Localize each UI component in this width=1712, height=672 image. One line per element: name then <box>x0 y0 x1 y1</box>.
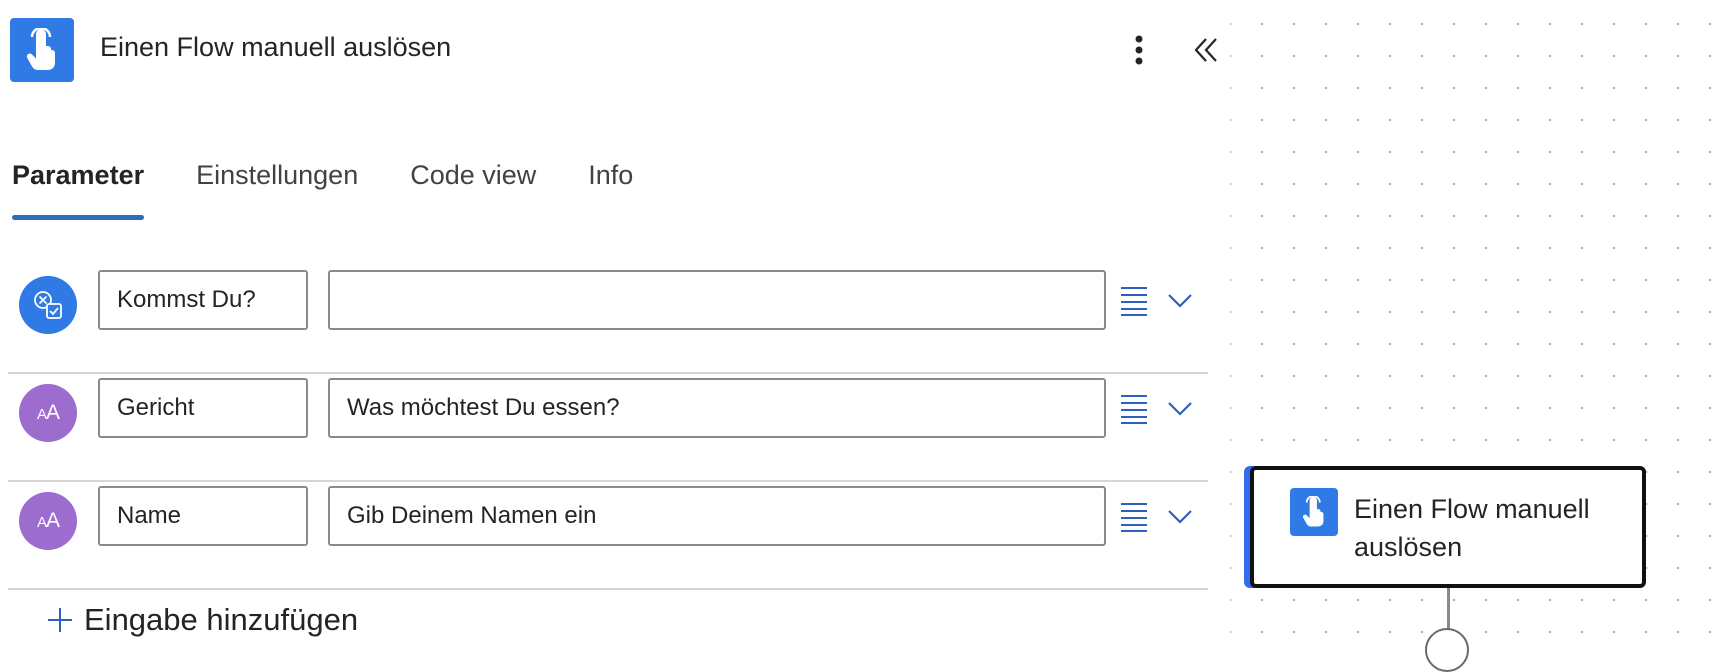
trigger-inputs-list: Kommst Du? AA Gericht Was möchtest Du es… <box>8 266 1208 590</box>
input-description-field[interactable] <box>328 270 1106 330</box>
tab-bar: Parameter Einstellungen Code view Info <box>12 160 685 220</box>
chevron-down-icon[interactable] <box>1166 504 1194 528</box>
add-input-label: Eingabe hinzufügen <box>84 602 359 637</box>
input-name-field[interactable]: Kommst Du? <box>98 270 308 330</box>
hand-touch-icon <box>10 18 74 82</box>
trigger-node-card[interactable]: Einen Flow manuell auslösen <box>1250 466 1646 588</box>
input-name-field[interactable]: Gericht <box>98 378 308 438</box>
hand-touch-icon <box>1290 488 1338 536</box>
yes-no-icon <box>19 276 77 334</box>
tab-info[interactable]: Info <box>588 160 633 220</box>
input-row: Kommst Du? <box>8 266 1208 374</box>
more-vertical-icon <box>1135 35 1143 65</box>
input-name-field[interactable]: Name <box>98 486 308 546</box>
text-align-icon[interactable] <box>1119 284 1149 316</box>
input-description-field[interactable]: Was möchtest Du essen? <box>328 378 1106 438</box>
more-options-button[interactable] <box>1124 30 1154 70</box>
node-title: Einen Flow manuell auslösen <box>1354 494 1590 562</box>
tab-einstellungen[interactable]: Einstellungen <box>196 160 358 220</box>
add-input-button[interactable]: Eingabe hinzufügen <box>46 598 358 642</box>
node-connector-line <box>1447 588 1450 632</box>
action-details-panel: Einen Flow manuell auslösen Parameter Ei… <box>0 0 1230 642</box>
insert-step-button[interactable] <box>1425 628 1469 672</box>
double-chevron-left-icon <box>1194 38 1217 62</box>
chevron-down-icon[interactable] <box>1166 396 1194 420</box>
input-row: AA Gericht Was möchtest Du essen? <box>8 374 1208 482</box>
text-align-icon[interactable] <box>1119 500 1149 532</box>
chevron-down-icon[interactable] <box>1166 288 1194 312</box>
tab-parameter[interactable]: Parameter <box>12 160 145 220</box>
collapse-panel-button[interactable] <box>1188 30 1224 70</box>
plus-icon <box>48 608 72 632</box>
input-description-field[interactable]: Gib Deinem Namen ein <box>328 486 1106 546</box>
text-icon: AA <box>19 384 77 442</box>
text-align-icon[interactable] <box>1119 392 1149 424</box>
input-row: AA Name Gib Deinem Namen ein <box>8 482 1208 590</box>
text-icon: AA <box>19 492 77 550</box>
tab-code-view[interactable]: Code view <box>410 160 536 220</box>
panel-title: Einen Flow manuell auslösen <box>100 32 452 62</box>
